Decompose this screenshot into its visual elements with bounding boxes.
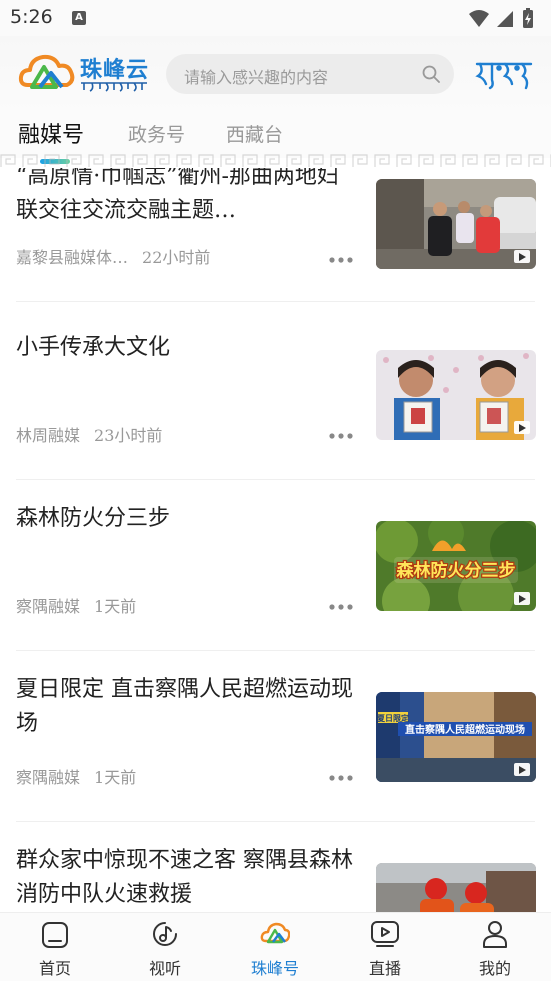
status-time: 5:26 — [10, 6, 53, 28]
news-feed[interactable]: “高原情·巾帼志”衢州-那曲两地妇联交往交流交融主题… 嘉黎县融媒体… 22小时前 — [0, 168, 551, 912]
tab-xizangtai[interactable]: 西藏台 — [226, 120, 283, 147]
forest-fire-thumbnail[interactable]: 森林防火分三步 — [376, 521, 536, 611]
divider — [16, 650, 535, 651]
nav-label: 首页 — [38, 959, 71, 978]
street-scene-thumbnail[interactable] — [376, 179, 536, 269]
tab-rongmeihao[interactable]: 融媒号 — [18, 117, 84, 149]
more-options-icon[interactable] — [328, 256, 354, 264]
firefighters-thumbnail[interactable] — [376, 863, 536, 912]
decorative-pattern-band — [0, 154, 551, 168]
news-meta: 林周融媒 23小时前 — [16, 422, 162, 446]
app-header: 珠峰云 请输入感兴趣的内容 — [0, 36, 551, 112]
notification-a-icon: A — [72, 11, 86, 25]
more-options-icon[interactable] — [328, 432, 354, 440]
news-card[interactable]: 夏日限定 直击察隅人民超燃运动现场 察隅融媒 1天前 夏日限定 直击察隅人民超燃运… — [0, 673, 551, 843]
search-placeholder: 请输入感兴趣的内容 — [184, 68, 329, 87]
sports-event-thumbnail[interactable]: 夏日限定 直击察隅人民超燃运动现场 — [376, 692, 536, 782]
battery-icon — [523, 8, 533, 28]
divider — [16, 301, 535, 302]
news-source: 察隅融媒 — [16, 597, 81, 616]
tibetan-language-button[interactable] — [474, 54, 534, 94]
nav-audio-video[interactable]: 视听 — [110, 913, 220, 981]
news-source: 察隅融媒 — [16, 768, 81, 787]
nav-zhufenghao[interactable]: 珠峰号 — [220, 913, 330, 981]
search-input[interactable]: 请输入感兴趣的内容 — [166, 54, 454, 94]
news-meta: 察隅融媒 1天前 — [16, 764, 136, 788]
music-note-icon — [153, 922, 177, 946]
news-time: 1天前 — [94, 768, 137, 787]
tab-zhengwuhao[interactable]: 政务号 — [128, 120, 185, 147]
video-play-icon — [514, 421, 530, 434]
wifi-icon — [469, 10, 489, 27]
nav-label: 珠峰号 — [250, 959, 299, 978]
bottom-navigation: 首页 视听 珠峰号 直播 我的 — [0, 912, 551, 981]
children-holding-art-thumbnail[interactable] — [376, 350, 536, 440]
thumb-caption: 直击察隅人民超燃运动现场 — [405, 723, 525, 736]
thumb-tag: 夏日限定 — [376, 713, 409, 723]
news-source: 嘉黎县融媒体… — [16, 248, 129, 267]
status-icons — [469, 8, 533, 28]
more-options-icon[interactable] — [328, 603, 354, 611]
tibetan-script-icon — [475, 62, 533, 90]
news-meta: 察隅融媒 1天前 — [16, 593, 136, 617]
news-title[interactable]: 小手传承大文化 — [16, 331, 356, 365]
status-bar: 5:26 A — [0, 0, 551, 36]
more-options-icon[interactable] — [328, 774, 354, 782]
nav-home[interactable]: 首页 — [0, 913, 110, 981]
news-title[interactable]: 群众家中惊现不速之客 察隅县森林消防中队火速救援 — [16, 844, 356, 912]
nav-label: 直播 — [368, 959, 401, 978]
nav-live[interactable]: 直播 — [330, 913, 440, 981]
channel-tabs: 融媒号 政务号 西藏台 — [0, 112, 551, 164]
news-time: 1天前 — [94, 597, 137, 616]
news-source: 林周融媒 — [16, 426, 81, 445]
divider — [16, 479, 535, 480]
nav-label: 我的 — [478, 959, 511, 978]
news-card[interactable]: 小手传承大文化 林周融媒 23小时前 — [0, 331, 551, 501]
news-title[interactable]: “高原情·巾帼志”衢州-那曲两地妇联交往交流交融主题… — [16, 168, 356, 228]
news-card[interactable]: 森林防火分三步 察隅融媒 1天前 森林防火分三步 — [0, 502, 551, 672]
signal-icon — [497, 11, 513, 27]
news-time: 22小时前 — [142, 248, 211, 267]
news-meta: 嘉黎县融媒体… 22小时前 — [16, 244, 210, 268]
news-card[interactable]: 群众家中惊现不速之客 察隅县森林消防中队火速救援 — [0, 844, 551, 912]
search-icon[interactable] — [422, 65, 440, 83]
video-play-icon — [514, 250, 530, 263]
profile-icon — [483, 921, 507, 948]
video-play-icon — [514, 763, 530, 776]
home-icon — [42, 922, 68, 948]
nav-profile[interactable]: 我的 — [440, 913, 550, 981]
video-play-icon — [514, 592, 530, 605]
news-title[interactable]: 夏日限定 直击察隅人民超燃运动现场 — [16, 673, 356, 741]
zhufeng-logo-icon — [260, 922, 290, 944]
live-play-icon — [371, 921, 399, 947]
news-time: 23小时前 — [94, 426, 163, 445]
tibetan-subtitle-logo — [81, 82, 147, 92]
news-title[interactable]: 森林防火分三步 — [16, 502, 356, 536]
nav-label: 视听 — [148, 959, 181, 978]
thumb-caption: 森林防火分三步 — [397, 560, 516, 581]
news-card[interactable]: “高原情·巾帼志”衢州-那曲两地妇联交往交流交融主题… 嘉黎县融媒体… 22小时前 — [0, 168, 551, 330]
zhufeng-logo-icon[interactable] — [18, 51, 76, 97]
divider — [16, 821, 535, 822]
